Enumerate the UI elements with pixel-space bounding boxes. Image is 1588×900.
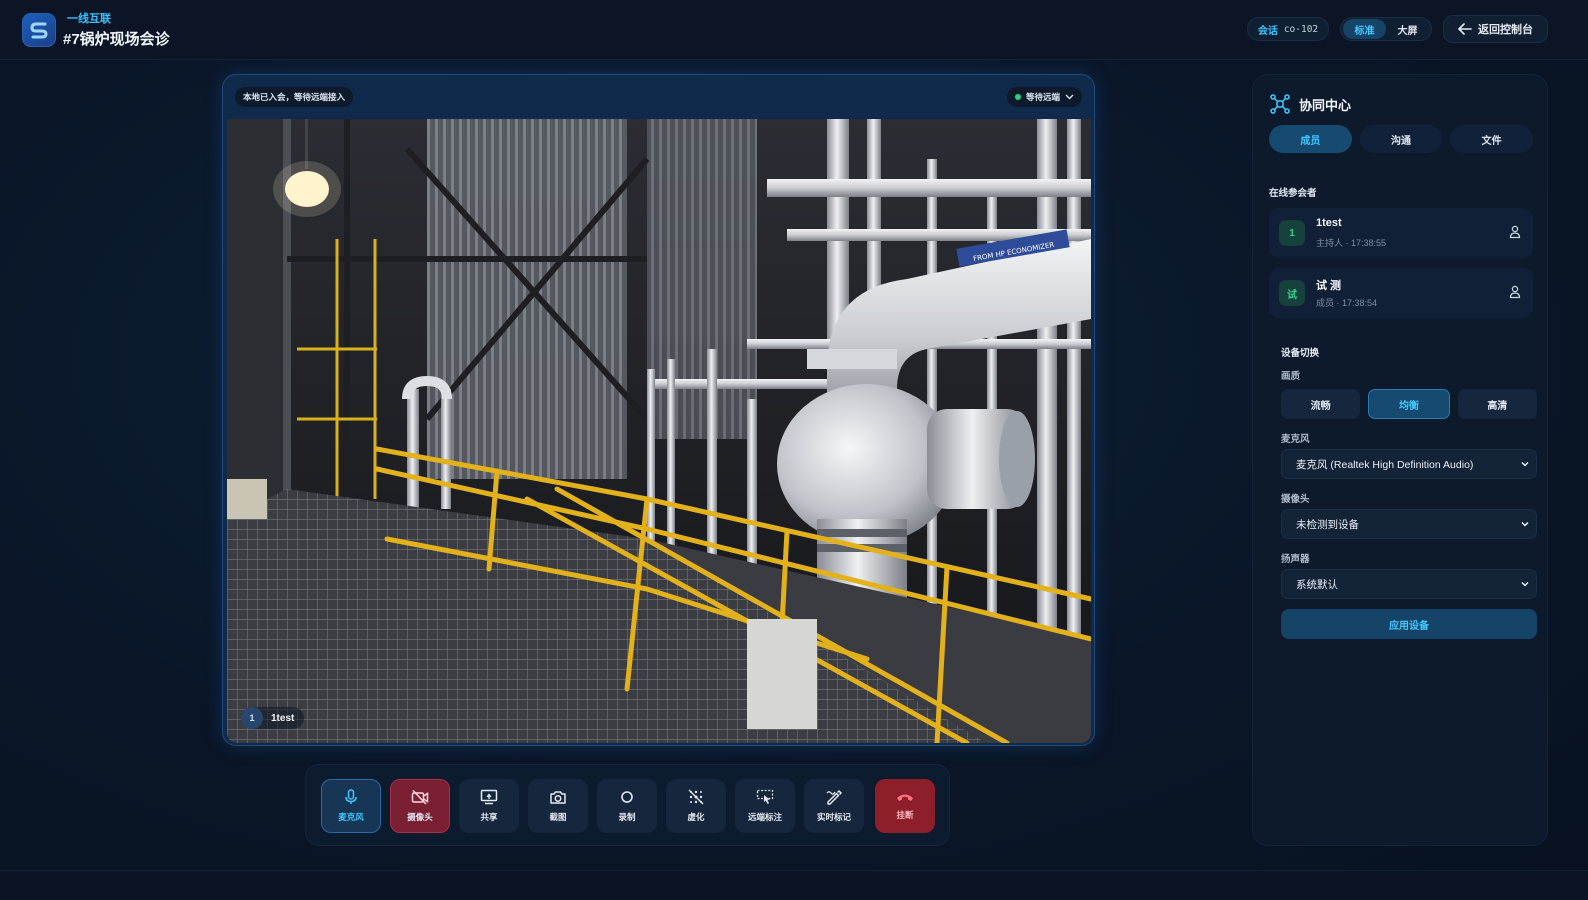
quality-balanced-button[interactable]: 均衡 [1368, 389, 1450, 419]
remote-annotate-label: 远端标注 [747, 812, 782, 822]
hangup-icon [897, 794, 913, 801]
brand-name: 一线互联 [67, 13, 111, 25]
call-toolbar: 麦克风 摄像头 共享 截图 录制 虚化 远端标注 实时标记 挂断 [305, 764, 950, 846]
blur-icon [688, 789, 704, 805]
camera-select-label: 摄像头 [1281, 494, 1310, 505]
remote-wait-label: 等待远端 [1025, 92, 1060, 102]
screenshot-button[interactable]: 截图 [528, 779, 588, 833]
participant-item[interactable]: 1 1test 主持人 · 17:38:55 [1269, 208, 1533, 258]
blur-label: 虚化 [687, 812, 705, 822]
mic-select-label: 麦克风 [1281, 434, 1310, 445]
camera-off-icon [411, 789, 429, 805]
mode-bigscreen-button[interactable]: 大屏 [1386, 19, 1429, 39]
mic-label: 麦克风 [338, 812, 364, 822]
record-button[interactable]: 录制 [597, 779, 657, 833]
back-to-console-button[interactable]: 返回控制台 [1443, 15, 1548, 43]
chevron-down-icon [1521, 521, 1529, 527]
share-label: 共享 [480, 812, 498, 822]
arrow-left-icon [1458, 23, 1472, 35]
mic-select-value: 麦克风 (Realtek High Definition Audio) [1296, 458, 1474, 471]
screenshot-icon [550, 791, 566, 804]
tab-members[interactable]: 成员 [1269, 125, 1352, 153]
app-header: 一线互联 #7锅炉现场会诊 会话 co-102 标准 大屏 返回控制台 [0, 0, 1588, 60]
apply-devices-button[interactable]: 应用设备 [1281, 609, 1537, 639]
record-label: 录制 [618, 812, 636, 822]
screenshot-label: 截图 [549, 812, 567, 822]
mic-button[interactable]: 麦克风 [321, 779, 381, 833]
app-logo-icon [22, 13, 56, 47]
mode-standard-button[interactable]: 标准 [1343, 19, 1386, 39]
live-mark-label: 实时标记 [816, 812, 851, 822]
blur-button[interactable]: 虚化 [666, 779, 726, 833]
meeting-title: #7锅炉现场会诊 [63, 31, 170, 48]
user-icon[interactable] [1509, 225, 1521, 239]
session-id: co-102 [1283, 23, 1319, 35]
participant-avatar: 试 [1279, 280, 1305, 306]
user-icon[interactable] [1509, 285, 1521, 299]
participant-avatar: 1 [1279, 220, 1305, 246]
speaker-select[interactable]: 系统默认 [1281, 569, 1537, 599]
local-video-feed[interactable]: FROM HP ECONOMIZER [227, 119, 1091, 743]
layout-mode-toggle: 标准 大屏 [1340, 17, 1432, 41]
device-settings: 设备切换 画质 流畅 均衡 高清 麦克风 麦克风 (Realtek High D… [1269, 331, 1537, 641]
participant-meta: 主持人 · 17:38:55 [1316, 238, 1387, 248]
chevron-down-icon [1521, 461, 1529, 467]
camera-label: 摄像头 [407, 812, 433, 822]
remote-annotate-button[interactable]: 远端标注 [735, 779, 795, 833]
participant-tile-label: 1 1test [241, 707, 305, 729]
quality-smooth-button[interactable]: 流畅 [1281, 389, 1361, 419]
camera-select-value: 未检测到设备 [1296, 518, 1359, 531]
participant-item[interactable]: 试 试 测 成员 · 17:38:54 [1269, 268, 1533, 318]
connection-status: 本地已入会，等待远端接入 [235, 87, 354, 107]
share-button[interactable]: 共享 [459, 779, 519, 833]
participant-meta: 成员 · 17:38:54 [1316, 298, 1378, 308]
remote-wait-dropdown[interactable]: 等待远端 [1006, 87, 1082, 107]
camera-button[interactable]: 摄像头 [390, 779, 450, 833]
tab-chat[interactable]: 沟通 [1359, 125, 1443, 153]
back-label: 返回控制台 [1478, 24, 1533, 36]
tab-files[interactable]: 文件 [1450, 125, 1534, 153]
hangup-label: 挂断 [896, 810, 914, 820]
network-hub-icon [1270, 94, 1290, 114]
speaker-select-value: 系统默认 [1296, 578, 1338, 591]
status-dot-icon [1014, 94, 1021, 100]
video-stage: 本地已入会，等待远端接入 等待远端 FROM HP ECONOMIZER 1 1… [222, 74, 1095, 746]
remote-annotate-icon [756, 789, 774, 804]
record-icon [621, 791, 633, 803]
participant-name: 试 测 [1316, 280, 1342, 292]
tile-name: 1test [271, 712, 295, 724]
panel-title: 协同中心 [1299, 98, 1352, 113]
participant-name: 1test [1316, 217, 1342, 229]
hangup-button[interactable]: 挂断 [875, 779, 935, 833]
session-badge: 会话 co-102 [1247, 17, 1329, 41]
speaker-select-label: 扬声器 [1281, 554, 1310, 565]
chevron-down-icon [1521, 581, 1529, 587]
panel-tabs: 成员 沟通 文件 [1269, 125, 1534, 153]
live-mark-button[interactable]: 实时标记 [804, 779, 864, 833]
mic-icon [345, 789, 357, 804]
camera-select[interactable]: 未检测到设备 [1281, 509, 1537, 539]
session-key: 会话 [1257, 25, 1278, 37]
quality-selector: 流畅 均衡 高清 [1281, 389, 1537, 419]
quality-label: 画质 [1281, 371, 1301, 382]
tile-avatar: 1 [241, 707, 263, 729]
bottom-edge [0, 870, 1588, 900]
online-participants-heading: 在线参会者 [1269, 188, 1317, 199]
mic-select[interactable]: 麦克风 (Realtek High Definition Audio) [1281, 449, 1537, 479]
device-heading: 设备切换 [1281, 348, 1320, 359]
screen-share-icon [480, 789, 498, 805]
collaboration-panel: 协同中心 成员 沟通 文件 在线参会者 1 1test 主持人 · 17:38:… [1252, 74, 1548, 846]
chevron-down-icon [1065, 94, 1074, 100]
live-mark-icon [826, 789, 843, 805]
industrial-boiler-scene-image: FROM HP ECONOMIZER [227, 119, 1091, 743]
quality-hd-button[interactable]: 高清 [1457, 389, 1537, 419]
